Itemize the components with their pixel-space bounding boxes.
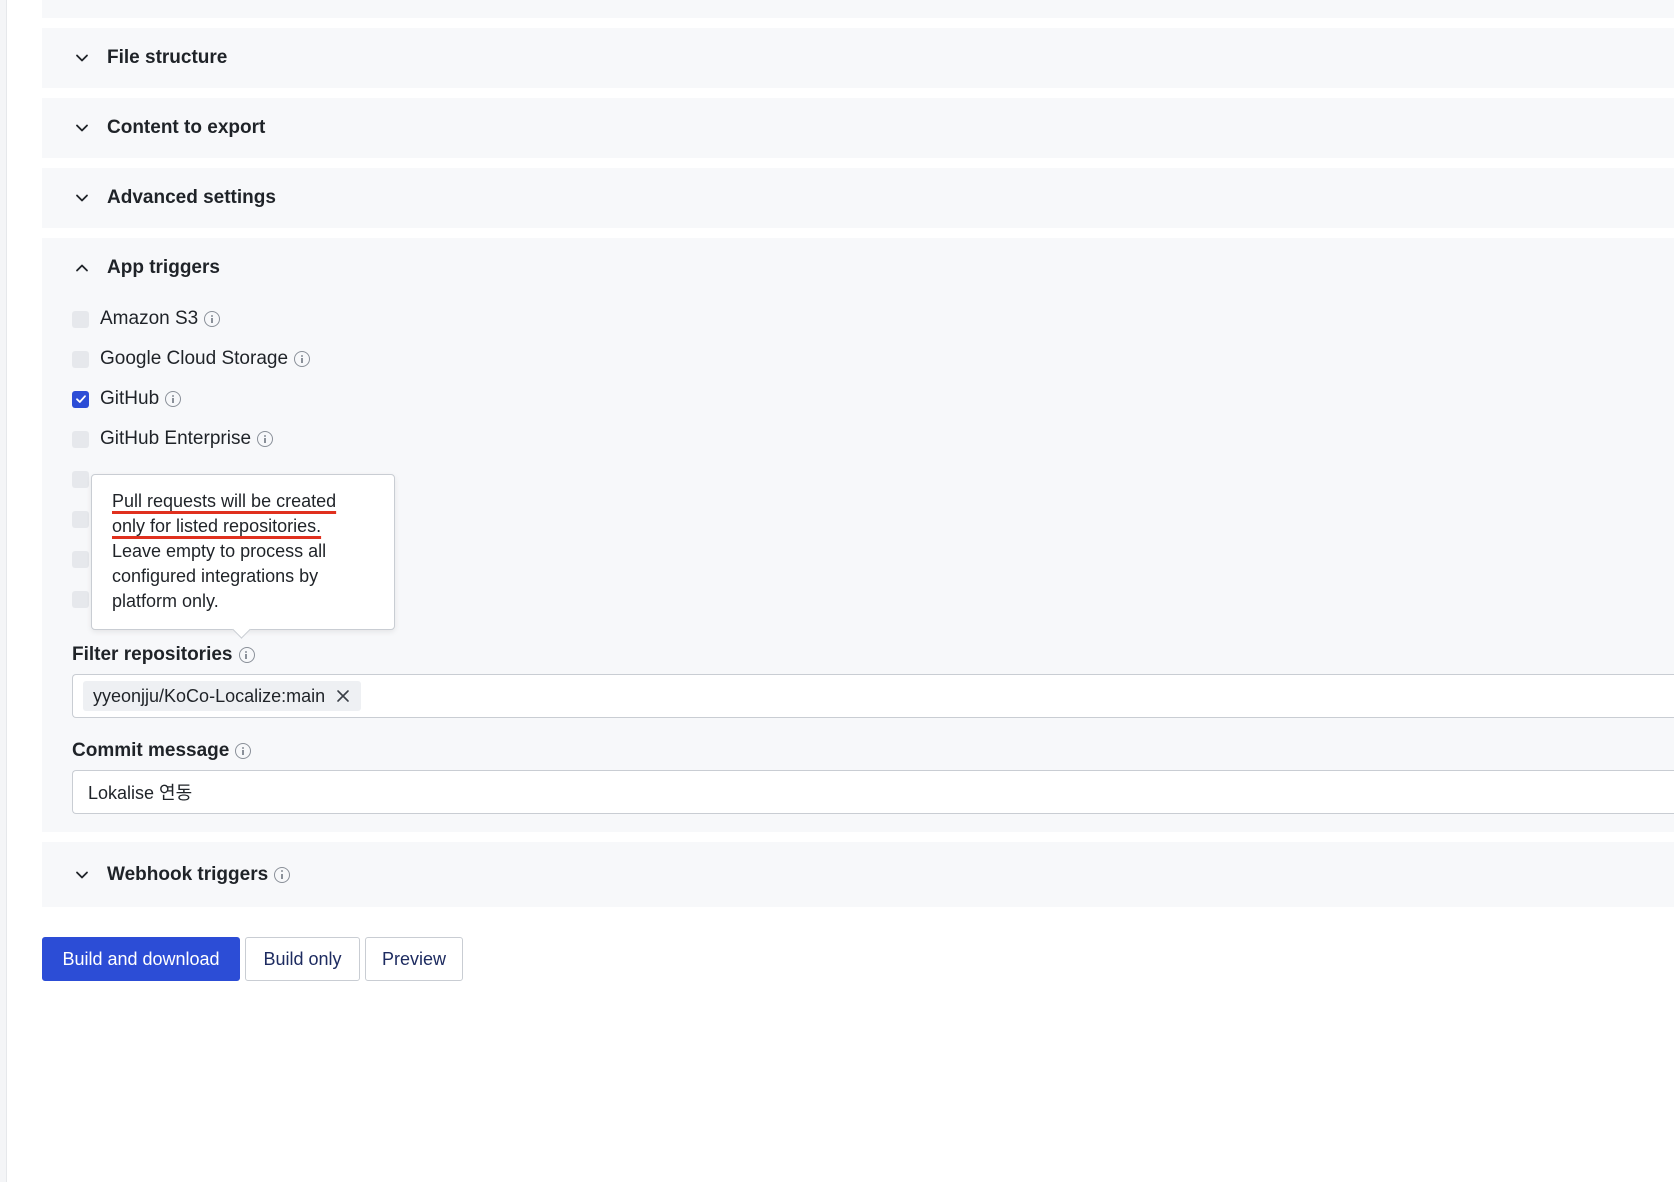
checkbox[interactable] bbox=[72, 590, 89, 608]
commit-message-value: Lokalise 연동 bbox=[88, 783, 193, 803]
chevron-up-icon[interactable] bbox=[72, 258, 92, 278]
chevron-down-icon[interactable] bbox=[72, 865, 92, 885]
check-icon bbox=[75, 395, 86, 403]
checkbox[interactable] bbox=[72, 310, 89, 328]
info-icon[interactable] bbox=[235, 743, 252, 759]
info-icon[interactable] bbox=[204, 311, 221, 327]
filter-repositories-input[interactable]: yyeonjju/KoCo-Localize:main bbox=[72, 674, 1674, 718]
checkbox-checked[interactable] bbox=[72, 390, 89, 408]
section-title: Webhook triggers bbox=[107, 863, 269, 885]
checkbox[interactable] bbox=[72, 350, 89, 368]
close-icon[interactable] bbox=[335, 688, 351, 704]
field-label-text: Commit message bbox=[72, 740, 230, 761]
tooltip-line-2: only for listed repositories. bbox=[112, 516, 322, 536]
build-only-button[interactable]: Build only bbox=[245, 937, 360, 981]
section-title: File structure bbox=[107, 47, 228, 68]
trigger-google-cloud-storage[interactable]: Google Cloud Storage bbox=[72, 339, 1674, 379]
trigger-label: GitHub Enterprise bbox=[100, 428, 252, 449]
commit-message-label: Commit message bbox=[72, 732, 1674, 770]
section-advanced-settings[interactable]: Advanced settings bbox=[42, 168, 1674, 228]
info-icon[interactable] bbox=[238, 647, 255, 663]
build-and-download-button[interactable]: Build and download bbox=[42, 937, 240, 981]
tooltip-rest: Leave empty to process all configured in… bbox=[112, 541, 327, 611]
trigger-amazon-s3[interactable]: Amazon S3 bbox=[72, 299, 1674, 339]
previous-panel-bottom bbox=[42, 0, 1674, 18]
section-content-to-export[interactable]: Content to export bbox=[42, 98, 1674, 158]
chevron-down-icon[interactable] bbox=[72, 188, 92, 208]
tooltip-line-1: Pull requests will be created bbox=[112, 491, 337, 511]
filter-repositories-tooltip: Pull requests will be created only for l… bbox=[91, 474, 395, 639]
trigger-label: GitHub bbox=[100, 388, 160, 409]
repository-chip: yyeonjju/KoCo-Localize:main bbox=[83, 681, 362, 711]
checkbox[interactable] bbox=[72, 430, 89, 448]
field-label-text: Filter repositories bbox=[72, 644, 233, 665]
section-title: App triggers bbox=[107, 257, 220, 278]
info-icon[interactable] bbox=[274, 866, 291, 883]
checkbox[interactable] bbox=[72, 470, 89, 488]
commit-message-input[interactable]: Lokalise 연동 bbox=[72, 770, 1674, 814]
chevron-down-icon[interactable] bbox=[72, 118, 92, 138]
filter-repositories-label: Filter repositories bbox=[72, 636, 1674, 674]
left-edge-strip bbox=[0, 0, 7, 1182]
preview-button[interactable]: Preview bbox=[365, 937, 463, 981]
action-buttons: Build and download Build only Preview bbox=[42, 937, 463, 981]
section-webhook-triggers[interactable]: Webhook triggers bbox=[42, 842, 1674, 907]
chevron-down-icon[interactable] bbox=[72, 48, 92, 68]
checkbox[interactable] bbox=[72, 550, 89, 568]
export-settings: File structure Content to export Advance… bbox=[42, 0, 1674, 907]
trigger-label: Google Cloud Storage bbox=[100, 348, 289, 369]
section-file-structure[interactable]: File structure bbox=[42, 28, 1674, 88]
trigger-github-enterprise[interactable]: GitHub Enterprise bbox=[72, 419, 1674, 459]
trigger-label: Amazon S3 bbox=[100, 308, 199, 329]
info-icon[interactable] bbox=[294, 351, 311, 367]
info-icon[interactable] bbox=[257, 431, 274, 447]
section-title: Advanced settings bbox=[107, 187, 276, 208]
chip-label: yyeonjju/KoCo-Localize:main bbox=[93, 685, 326, 706]
section-title: Content to export bbox=[107, 117, 266, 138]
trigger-github[interactable]: GitHub bbox=[72, 379, 1674, 419]
checkbox[interactable] bbox=[72, 510, 89, 528]
info-icon[interactable] bbox=[165, 391, 182, 407]
